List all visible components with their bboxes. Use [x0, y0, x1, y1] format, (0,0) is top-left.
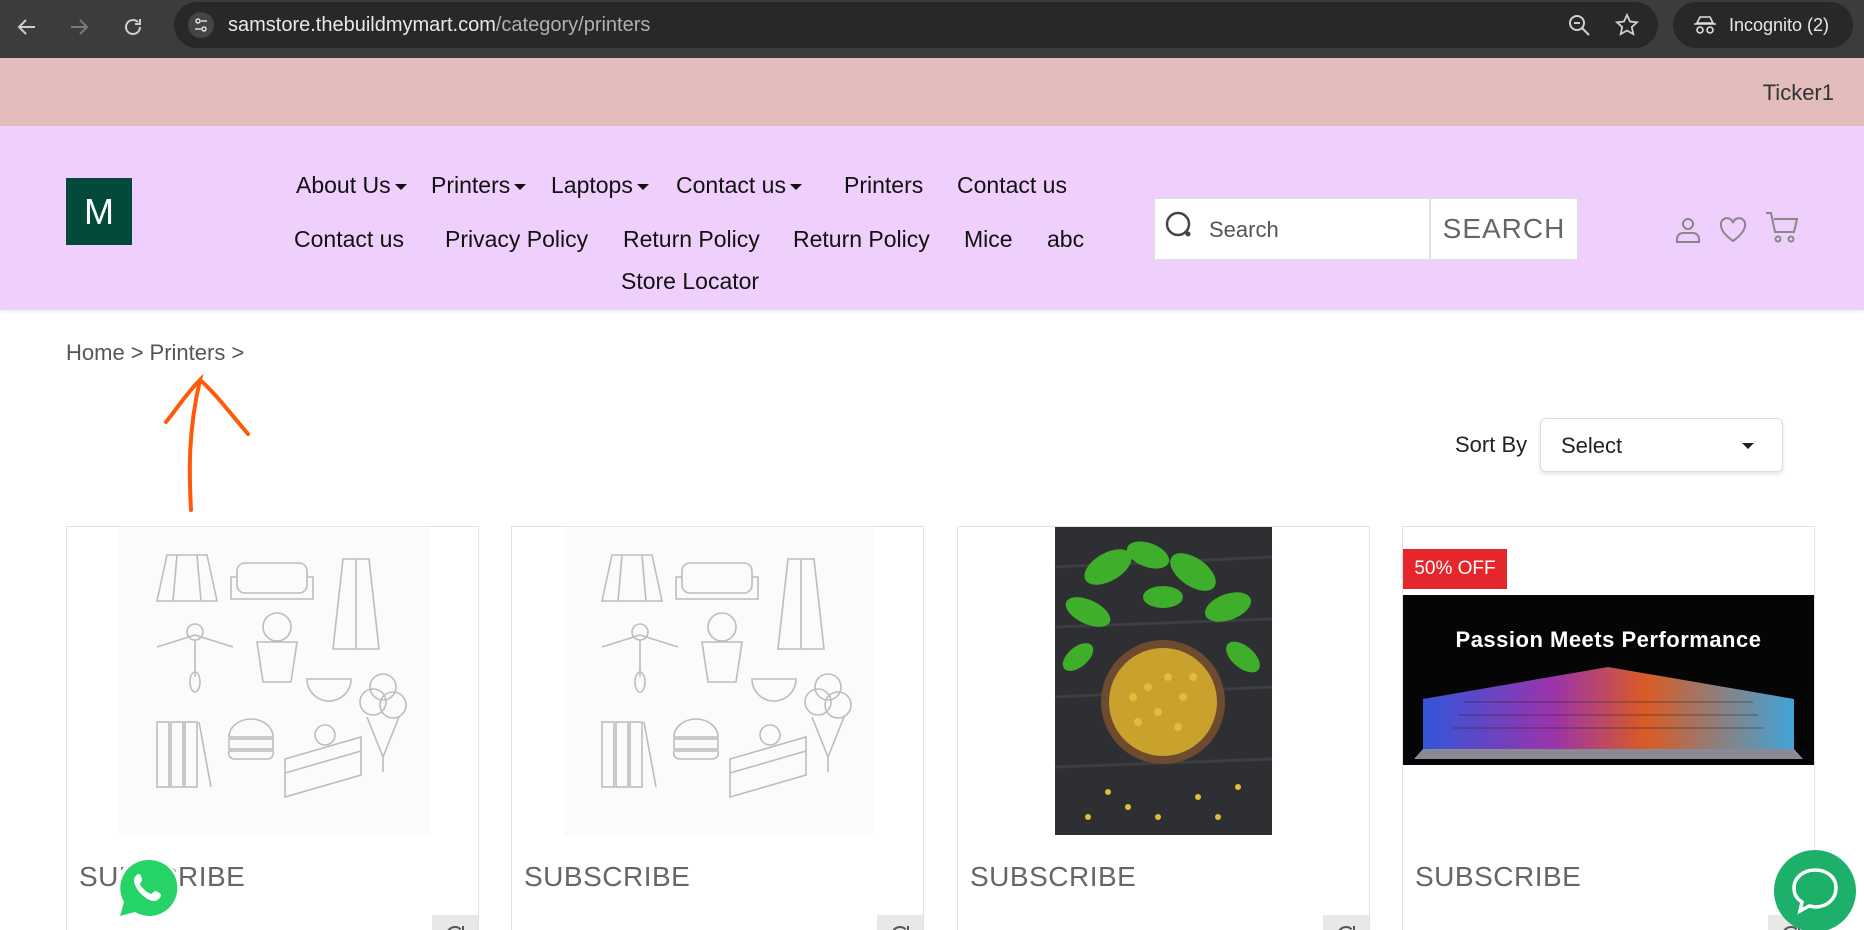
- breadcrumb-separator: >: [231, 340, 245, 365]
- nav-laptops[interactable]: Laptops: [551, 172, 649, 199]
- product-card[interactable]: Passion Meets Performance 50% OFF SUBSCR…: [1402, 526, 1815, 930]
- search-button[interactable]: SEARCH: [1430, 198, 1578, 260]
- whatsapp-icon[interactable]: [112, 852, 184, 924]
- caret-down-icon: [636, 183, 649, 190]
- product-image-laptop-banner[interactable]: Passion Meets Performance 50% OFF: [1403, 527, 1814, 835]
- compare-button[interactable]: [432, 915, 478, 930]
- nav-label: Privacy Policy: [445, 226, 589, 252]
- nav-label: About Us: [296, 172, 391, 198]
- bookmark-star-icon[interactable]: [1614, 12, 1640, 38]
- nav-label: Printers: [431, 172, 511, 198]
- nav-return-policy-2[interactable]: Return Policy: [793, 226, 930, 253]
- product-card[interactable]: SUBSCRIBE: [511, 526, 924, 930]
- ticker-text: Ticker1: [1762, 80, 1834, 105]
- nav-privacy-policy[interactable]: Privacy Policy: [445, 226, 588, 253]
- nav-printers[interactable]: Printers: [844, 172, 923, 199]
- sort-label: Sort By: [1455, 432, 1528, 457]
- caret-down-icon: [789, 183, 802, 190]
- product-image-placeholder[interactable]: [512, 527, 923, 835]
- site-header: M About Us Printers Laptops Contact us P…: [0, 126, 1864, 310]
- caret-down-icon: [394, 183, 407, 190]
- nav-return-policy[interactable]: Return Policy: [623, 226, 760, 253]
- product-card[interactable]: SUBSCRIBE: [957, 526, 1370, 930]
- url-host: samstore.thebuildmymart.com: [228, 14, 496, 36]
- incognito-label: Incognito (2): [1729, 14, 1830, 35]
- url-text[interactable]: samstore.thebuildmymart.com/category/pri…: [228, 14, 650, 37]
- search-input[interactable]: [1209, 213, 1419, 247]
- breadcrumb: Home > Printers >: [66, 340, 244, 366]
- nav-mice[interactable]: Mice: [964, 226, 1013, 253]
- search-form: SEARCH: [1154, 198, 1578, 260]
- compare-button[interactable]: [877, 915, 923, 930]
- sort-select[interactable]: Select: [1540, 418, 1783, 472]
- zoom-icon[interactable]: [1566, 12, 1592, 38]
- discount-badge: 50% OFF: [1403, 549, 1507, 589]
- nav-contact-us-dropdown[interactable]: Contact us: [676, 172, 802, 199]
- nav-label: Contact us: [957, 172, 1067, 198]
- nav-contact-us-2[interactable]: Contact us: [294, 226, 404, 253]
- nav-label: Store Locator: [621, 268, 760, 294]
- cart-icon[interactable]: [1764, 210, 1800, 244]
- sort-selected-value: Select: [1561, 433, 1623, 458]
- browser-toolbar: samstore.thebuildmymart.com/category/pri…: [0, 0, 1864, 58]
- reload-icon: [125, 19, 141, 35]
- nav-label: abc: [1047, 226, 1085, 252]
- breadcrumb-separator: >: [130, 340, 144, 365]
- product-title[interactable]: SUBSCRIBE: [970, 861, 1136, 893]
- nav-label: Mice: [964, 226, 1013, 252]
- url-path: /category/printers: [495, 14, 651, 36]
- product-image-seeds[interactable]: [958, 527, 1369, 835]
- nav-label: Contact us: [294, 226, 404, 252]
- ticker-bar: Ticker1: [0, 58, 1864, 126]
- site-logo[interactable]: M: [66, 178, 132, 245]
- nav-label: Laptops: [551, 172, 633, 198]
- forward-button[interactable]: [60, 8, 98, 46]
- product-title[interactable]: SUBSCRIBE: [524, 861, 690, 893]
- caret-down-icon: [1742, 443, 1754, 449]
- compare-button[interactable]: [1323, 915, 1369, 930]
- nav-label: Return Policy: [793, 226, 930, 252]
- nav-contact-us[interactable]: Contact us: [957, 172, 1067, 199]
- incognito-icon: [1694, 16, 1716, 34]
- refresh-icon: [447, 926, 464, 930]
- arrow-right-icon: [71, 19, 89, 35]
- heart-icon[interactable]: [1718, 216, 1748, 244]
- nav-printers-dropdown[interactable]: Printers: [431, 172, 527, 199]
- banner-headline: Passion Meets Performance: [1455, 627, 1762, 652]
- product-title[interactable]: SUBSCRIBE: [1415, 861, 1581, 893]
- caret-down-icon: [514, 183, 527, 190]
- search-box: [1154, 198, 1430, 260]
- nav-about-us[interactable]: About Us: [296, 172, 407, 199]
- refresh-icon: [892, 926, 909, 930]
- chat-icon[interactable]: [1774, 850, 1856, 930]
- nav-label: Contact us: [676, 172, 786, 198]
- nav-label: Printers: [844, 172, 924, 198]
- nav-store-locator[interactable]: Store Locator: [621, 268, 759, 295]
- annotation-arrow: [164, 373, 250, 512]
- nav-label: Return Policy: [623, 226, 760, 252]
- arrow-left-icon: [17, 19, 35, 35]
- back-button[interactable]: [8, 8, 46, 46]
- nav-abc[interactable]: abc: [1047, 226, 1084, 253]
- address-bar[interactable]: samstore.thebuildmymart.com/category/pri…: [174, 2, 1658, 48]
- refresh-icon: [1338, 926, 1355, 930]
- search-icon: [1165, 211, 1191, 237]
- incognito-indicator[interactable]: Incognito (2): [1673, 2, 1853, 48]
- product-image-placeholder[interactable]: [67, 527, 478, 835]
- breadcrumb-home[interactable]: Home: [66, 340, 125, 366]
- user-icon[interactable]: [1674, 216, 1702, 244]
- site-info-icon[interactable]: [188, 12, 214, 38]
- breadcrumb-current[interactable]: Printers: [150, 340, 226, 366]
- reload-button[interactable]: [114, 8, 152, 46]
